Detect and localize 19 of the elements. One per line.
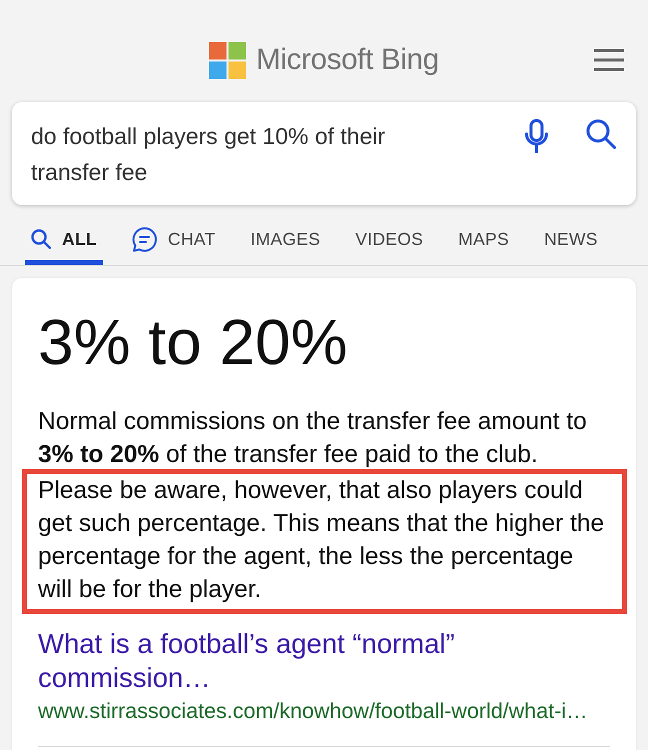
result-title-link[interactable]: What is a football’s agent “normal” commission…	[38, 627, 518, 695]
chat-bubble-icon	[132, 226, 157, 252]
tab[interactable]: VIDEOS	[349, 218, 430, 265]
tab[interactable]: NEWS	[538, 218, 604, 265]
search-icon[interactable]	[586, 119, 616, 149]
microphone-icon[interactable]	[525, 119, 548, 153]
logo-text: Microsoft Bing	[256, 43, 439, 77]
logo-icon	[209, 42, 246, 78]
answer-text: Please be aware, however, that also players could get such percentage. This means that the higher the percentage for the agent, the less the percentage will be for the player.	[38, 476, 606, 605]
search-icon	[31, 229, 51, 249]
tab[interactable]: ALL	[25, 218, 103, 265]
result-url: www.stirrassociates.com/knowhow/football-world/what-i…	[38, 698, 589, 724]
answer-text: Normal commissions on the transfer fee amount to 3% to 20% of the transfer fee paid to the club.	[38, 407, 588, 470]
menu-icon[interactable]	[594, 49, 624, 71]
tab[interactable]: IMAGES	[244, 218, 326, 265]
search-field[interactable]: do football players get 10% of their transfer fee	[31, 118, 451, 190]
tab[interactable]: CHAT	[126, 218, 222, 265]
answer-heading: 3% to 20%	[38, 305, 349, 379]
tab[interactable]: MAPS	[452, 218, 516, 265]
